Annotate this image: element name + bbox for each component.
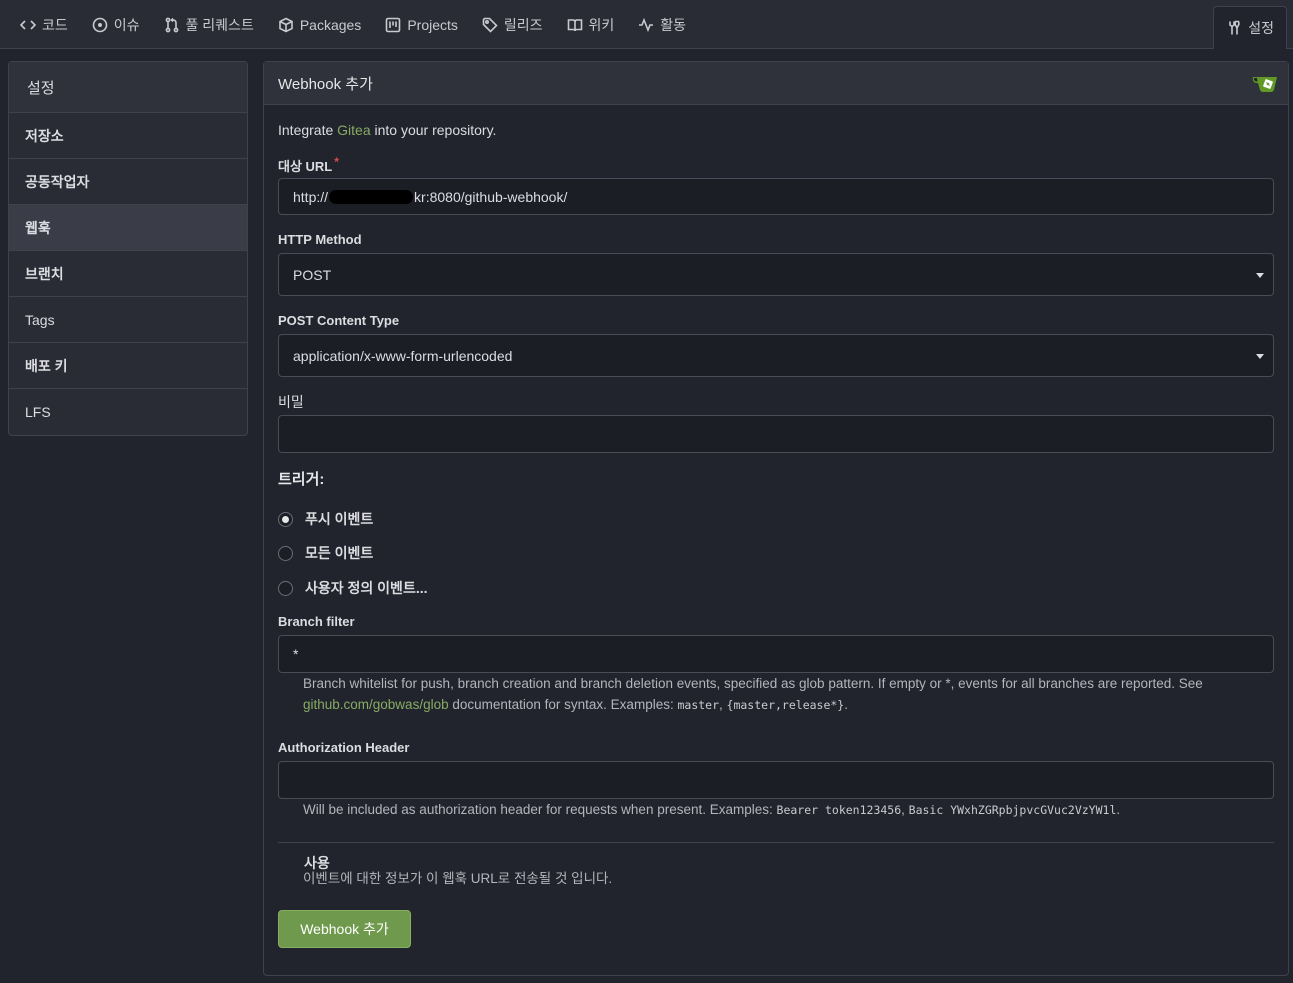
http-method-select[interactable]: POST: [278, 253, 1274, 296]
nav-tab-code[interactable]: 코드: [0, 0, 80, 49]
radio-custom[interactable]: [278, 580, 293, 596]
nav-tab-pull-requests[interactable]: 풀 리퀘스트: [152, 0, 266, 49]
nav-tab-packages[interactable]: Packages: [266, 0, 373, 49]
intro-text: Integrate Gitea into your repository.: [278, 122, 497, 138]
nav-tab-wiki[interactable]: 위키: [555, 0, 627, 49]
add-webhook-button[interactable]: Webhook 추가: [278, 910, 411, 948]
trigger-option-push[interactable]: 푸시 이벤트: [278, 509, 373, 529]
required-mark: *: [334, 155, 339, 169]
target-url-input[interactable]: http://kr:8080/github-webhook/: [278, 178, 1274, 215]
project-icon: [386, 17, 401, 32]
radio-push[interactable]: [278, 511, 293, 527]
tag-icon: [482, 17, 498, 33]
panel-title: Webhook 추가: [278, 75, 373, 93]
trigger-title: 트리거:: [278, 471, 325, 488]
sidebar-item-branches[interactable]: 브랜치: [9, 251, 247, 297]
target-url-label: 대상 URL *: [278, 155, 339, 174]
nav-tab-settings[interactable]: 설정: [1213, 6, 1287, 49]
sidebar-item-tags[interactable]: Tags: [9, 297, 247, 343]
auth-header-label: Authorization Header: [278, 740, 410, 755]
book-icon: [567, 18, 582, 31]
tools-icon: [1229, 20, 1241, 35]
dropdown-caret-icon: [1256, 353, 1264, 359]
trigger-option-custom[interactable]: 사용자 정의 이벤트...: [278, 578, 428, 598]
branch-filter-input[interactable]: *: [278, 635, 1274, 673]
content-type-select[interactable]: application/x-www-form-urlencoded: [278, 334, 1274, 377]
pulse-icon: [639, 17, 654, 32]
settings-sidebar: 설정 저장소 공동작업자 웹훅 브랜치 Tags 배포 키 LFS: [8, 61, 248, 436]
nav-tab-releases[interactable]: 릴리즈: [470, 0, 555, 49]
gitea-logo-icon: [1252, 77, 1277, 92]
issue-icon: [92, 17, 108, 32]
trigger-option-all[interactable]: 모든 이벤트: [278, 543, 373, 563]
pull-request-icon: [165, 17, 178, 32]
secret-label: 비밀: [278, 394, 304, 410]
branch-filter-help: Branch whitelist for push, branch creati…: [303, 676, 1203, 712]
auth-header-help: Will be included as authorization header…: [303, 802, 1121, 817]
auth-header-input[interactable]: [278, 761, 1274, 799]
content-type-label: POST Content Type: [278, 313, 400, 328]
dropdown-caret-icon: [1256, 272, 1264, 278]
nav-tab-activity[interactable]: 활동: [626, 0, 698, 49]
sidebar-header: 설정: [9, 62, 247, 113]
panel-header: Webhook 추가: [264, 62, 1288, 105]
glob-docs-link[interactable]: github.com/gobwas/glob: [303, 697, 449, 712]
sidebar-item-repository[interactable]: 저장소: [9, 113, 247, 159]
nav-tab-issues[interactable]: 이슈: [80, 0, 152, 49]
gitea-link[interactable]: Gitea: [337, 122, 370, 138]
code-icon: [20, 19, 36, 30]
redacted-host: [329, 189, 414, 204]
active-help: 이벤트에 대한 정보가 이 웹훅 URL로 전송될 것 입니다.: [303, 871, 613, 886]
package-icon: [279, 17, 293, 32]
branch-filter-label: Branch filter: [278, 614, 355, 629]
radio-all[interactable]: [278, 545, 293, 561]
sidebar-item-lfs[interactable]: LFS: [9, 389, 247, 435]
repo-nav-bar: 코드 이슈 풀 리퀘스트 Packages Projects 릴리즈 위키 활동…: [0, 0, 1293, 49]
sidebar-item-deploy-keys[interactable]: 배포 키: [9, 343, 247, 389]
webhook-form-panel: Webhook 추가 Integrate Gitea into your rep…: [263, 61, 1289, 976]
form-divider: [278, 842, 1274, 843]
nav-tab-projects[interactable]: Projects: [373, 0, 470, 49]
sidebar-item-webhooks[interactable]: 웹훅: [9, 205, 247, 251]
sidebar-item-collaborators[interactable]: 공동작업자: [9, 159, 247, 205]
http-method-label: HTTP Method: [278, 232, 362, 247]
secret-input[interactable]: [278, 415, 1274, 453]
